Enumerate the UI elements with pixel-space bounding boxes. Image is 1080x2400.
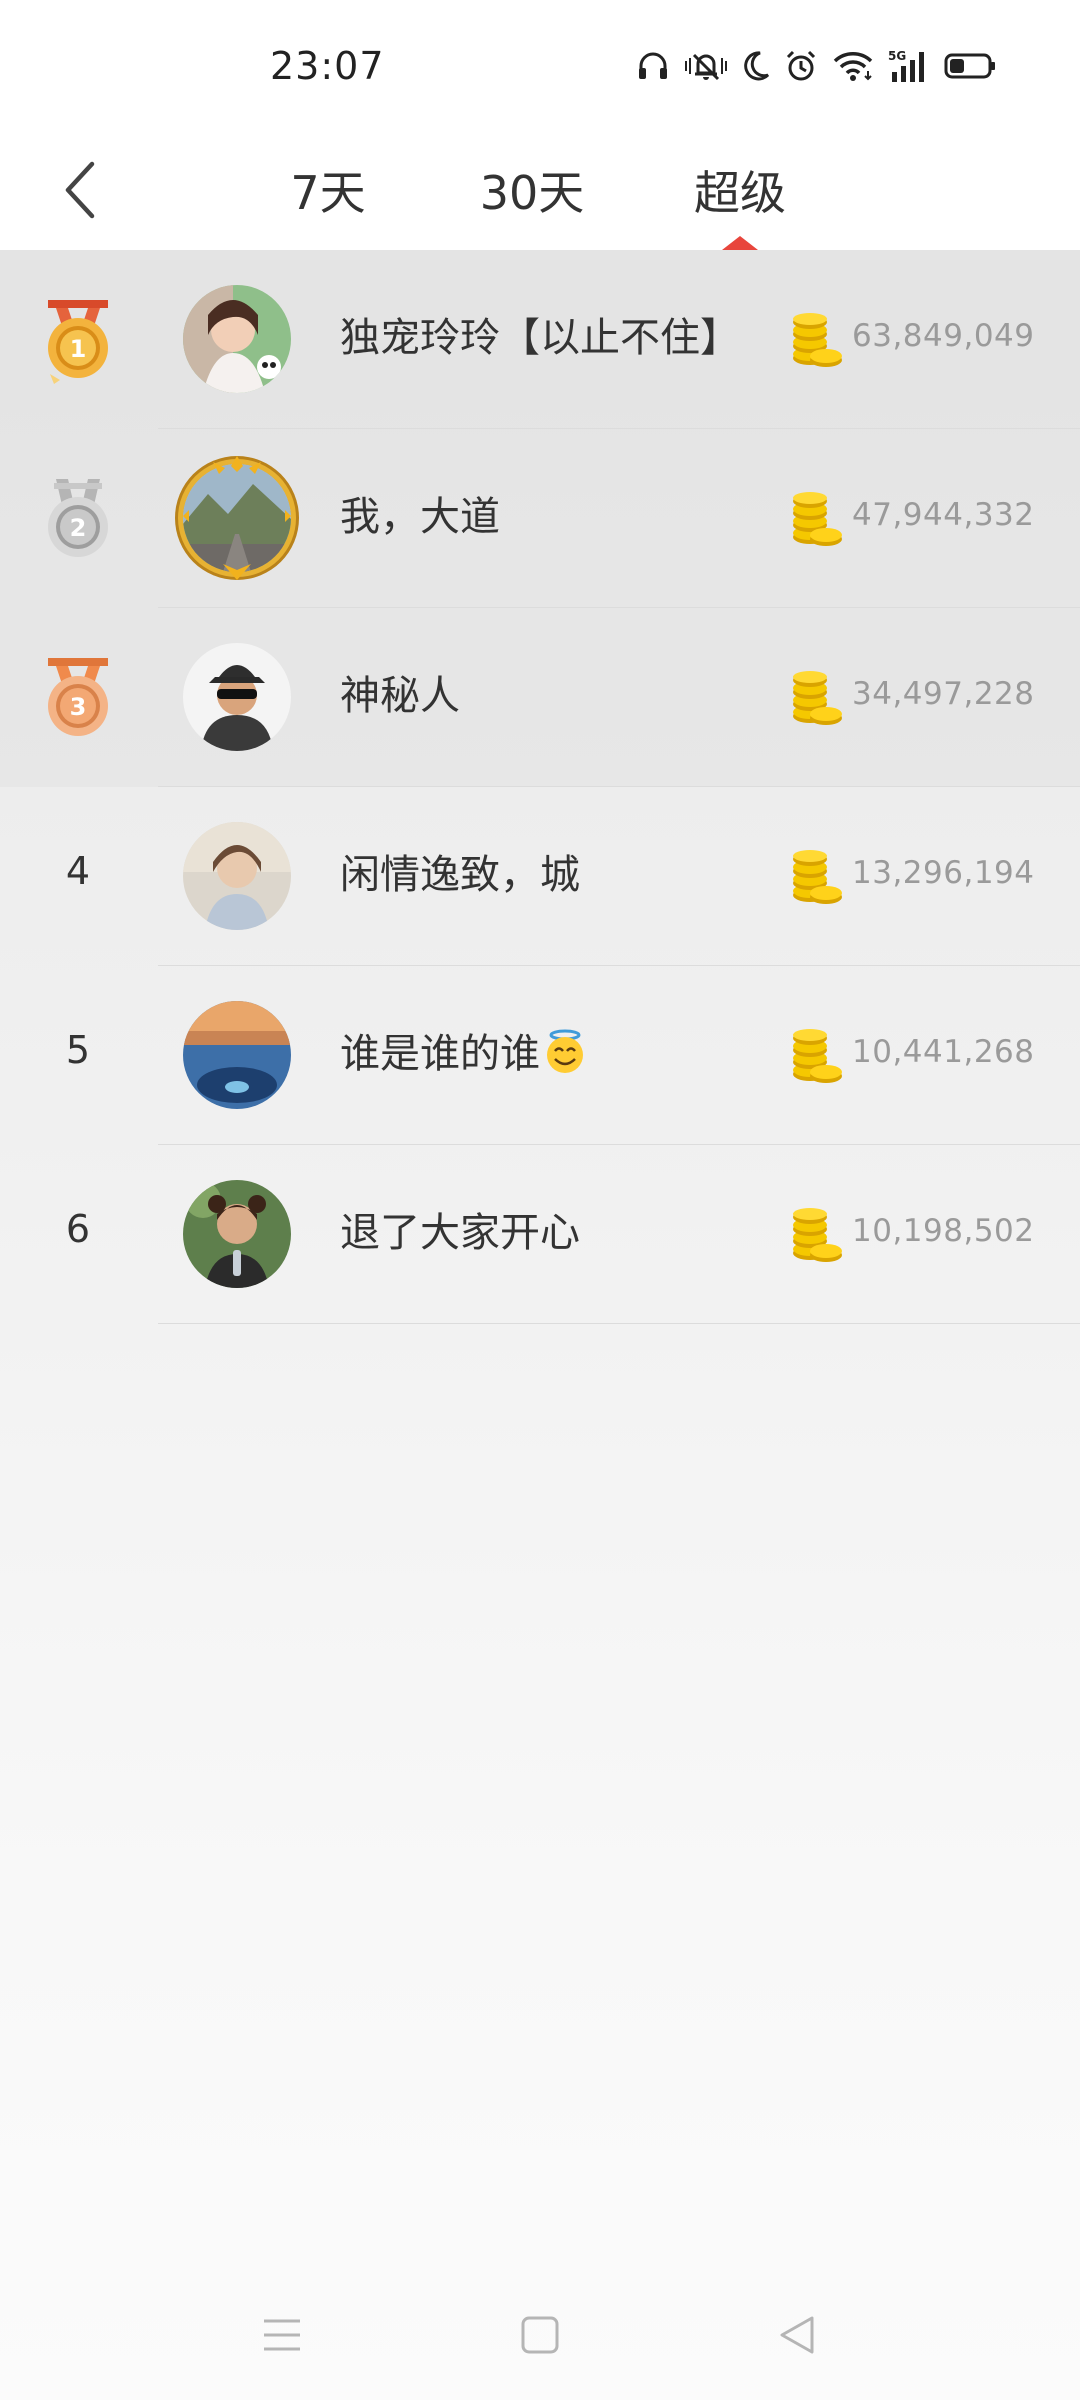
username: 我，大道 (340, 494, 500, 540)
rank-number: 6 (65, 1207, 91, 1251)
tab-30-days[interactable]: 30天 (462, 130, 602, 250)
avatar[interactable] (183, 285, 291, 393)
back-triangle-icon (780, 2316, 814, 2354)
gold-coins-icon (793, 1208, 842, 1262)
ranking-header: 7天 30天 超级 (0, 130, 1080, 250)
avatar-image (183, 643, 291, 751)
gold-coins-icon (793, 671, 842, 725)
gold-medal-icon: 1 (48, 300, 108, 384)
ranking-row[interactable]: 3 神秘人 34,497,228 (0, 608, 1080, 787)
nav-home-button[interactable] (505, 2300, 575, 2370)
alarm-icon (786, 50, 816, 81)
coin-amount: 47,944,332 (852, 497, 1035, 533)
chevron-left-icon (65, 161, 95, 219)
coin-amount: 34,497,228 (852, 676, 1035, 712)
coin-amount: 63,849,049 (852, 318, 1035, 354)
home-square-icon (521, 2316, 559, 2354)
avatar[interactable] (183, 1180, 291, 1288)
svg-text:5G: 5G (888, 49, 906, 63)
ranking-list: 1 独宠玲玲【以止不住】 63,849,049 2 我，大道 47,944,33… (0, 250, 1080, 1324)
wifi-icon (833, 52, 873, 81)
ranking-row[interactable]: 1 独宠玲玲【以止不住】 63,849,049 (0, 250, 1080, 429)
username: 退了大家开心 (340, 1210, 580, 1256)
back-button[interactable] (50, 150, 110, 230)
nav-back-button[interactable] (762, 2300, 832, 2370)
coin-amount: 10,198,502 (852, 1213, 1035, 1249)
status-bar: 23:07 5G (0, 0, 1080, 130)
system-nav-bar (0, 2270, 1080, 2400)
menu-icon (264, 2319, 300, 2351)
ranking-row[interactable]: 2 我，大道 47,944,332 (0, 429, 1080, 608)
avatar-image (183, 464, 291, 572)
avatar-image (183, 1001, 291, 1109)
username: 神秘人 (340, 673, 460, 719)
moon-icon (744, 51, 770, 81)
row-divider (158, 1323, 1080, 1324)
5g-signal-icon: 5G (888, 49, 924, 82)
username: 独宠玲玲【以止不住】 (340, 315, 740, 361)
rank-number: 4 (65, 849, 91, 893)
muted-bell-icon (685, 53, 727, 81)
tab-7-days[interactable]: 7天 (268, 130, 388, 250)
username: 谁是谁的谁 (340, 1024, 588, 1084)
avatar[interactable] (183, 1001, 291, 1109)
status-icons: 5G (636, 46, 996, 86)
active-tab-indicator (722, 236, 758, 250)
battery-icon (944, 53, 995, 79)
coin-amount: 13,296,194 (852, 855, 1035, 891)
ranking-row[interactable]: 6 退了大家开心 10,198,502 (0, 1145, 1080, 1324)
avatar-image (183, 285, 291, 393)
gold-coins-icon (793, 492, 842, 546)
avatar-image (183, 1180, 291, 1288)
avatar-image (183, 822, 291, 930)
svg-text:1: 1 (70, 335, 87, 363)
silver-medal-icon: 2 (48, 479, 108, 557)
svg-text:2: 2 (70, 514, 87, 542)
svg-text:3: 3 (70, 693, 87, 721)
avatar[interactable] (183, 464, 291, 572)
nav-menu-button[interactable] (247, 2300, 317, 2370)
username-text: 谁是谁的谁 (340, 1031, 540, 1077)
coin-amount: 10,441,268 (852, 1034, 1035, 1070)
gold-coins-icon (793, 850, 842, 904)
gold-coins-icon (793, 1029, 842, 1083)
ranking-row[interactable]: 4 闲情逸致，城 13,296,194 (0, 787, 1080, 966)
headphones-icon (639, 52, 667, 79)
tab-super[interactable]: 超级 (680, 130, 800, 250)
gold-coins-icon (793, 313, 842, 367)
ranking-row[interactable]: 5 谁是谁的谁 10,441,268 (0, 966, 1080, 1145)
bronze-medal-icon: 3 (48, 658, 108, 736)
username: 闲情逸致，城 (340, 852, 580, 898)
rank-number: 5 (65, 1028, 91, 1072)
avatar[interactable] (183, 822, 291, 930)
avatar[interactable] (183, 643, 291, 751)
smiling-halo-emoji (547, 1029, 583, 1073)
status-time: 23:07 (270, 44, 385, 88)
